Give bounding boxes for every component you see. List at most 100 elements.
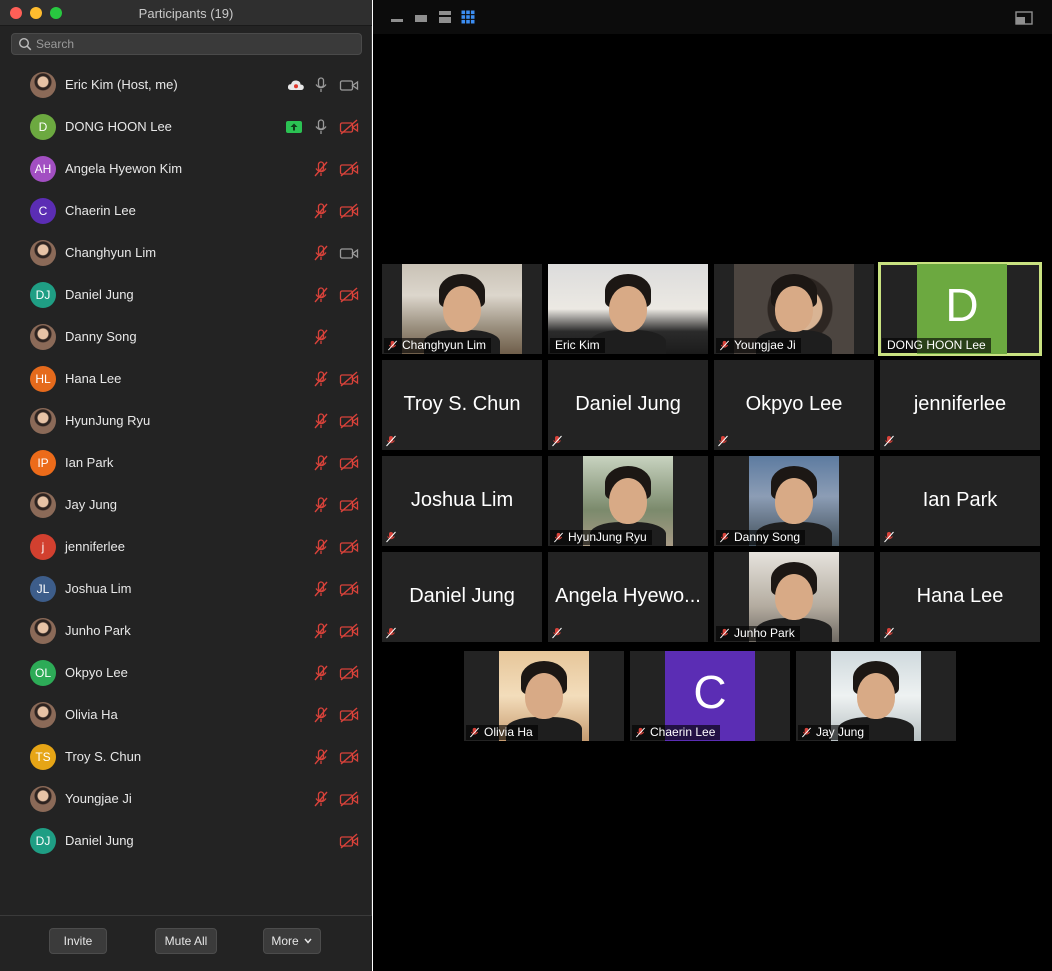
participant-row[interactable]: j jenniferlee bbox=[0, 526, 372, 568]
avatar bbox=[30, 618, 56, 644]
search-input[interactable] bbox=[36, 36, 356, 52]
video-off-icon[interactable] bbox=[339, 539, 359, 555]
mute-all-button[interactable]: Mute All bbox=[155, 928, 217, 954]
mic-muted-icon[interactable] bbox=[312, 497, 330, 513]
video-tile[interactable]: Hana Lee bbox=[880, 552, 1040, 642]
video-tile[interactable]: Jay Jung bbox=[796, 651, 956, 741]
video-tile[interactable]: C Chaerin Lee bbox=[630, 651, 790, 741]
mic-muted-icon[interactable] bbox=[312, 287, 330, 303]
mic-muted-icon[interactable] bbox=[312, 455, 330, 471]
video-tile[interactable]: Olivia Ha bbox=[464, 651, 624, 741]
tile-name-label: HyunJung Ryu bbox=[550, 530, 652, 545]
participant-name: Danny Song bbox=[65, 329, 137, 344]
participant-row[interactable]: Eric Kim (Host, me) bbox=[0, 64, 372, 106]
video-tile[interactable]: Joshua Lim bbox=[382, 456, 542, 546]
person-face bbox=[525, 673, 563, 719]
participant-name: jenniferlee bbox=[65, 539, 125, 554]
participant-row[interactable]: JL Joshua Lim bbox=[0, 568, 372, 610]
mic-muted-icon[interactable] bbox=[312, 623, 330, 639]
video-off-icon[interactable] bbox=[339, 413, 359, 429]
mic-muted-icon[interactable] bbox=[312, 245, 330, 261]
video-off-icon[interactable] bbox=[339, 119, 359, 135]
mic-muted-icon[interactable] bbox=[312, 161, 330, 177]
participant-row[interactable]: Youngjae Ji bbox=[0, 778, 372, 820]
speaker-view-icon[interactable] bbox=[438, 10, 452, 24]
video-off-icon[interactable] bbox=[339, 749, 359, 765]
participant-row[interactable]: Changhyun Lim bbox=[0, 232, 372, 274]
mic-muted-icon[interactable] bbox=[312, 707, 330, 723]
participant-row[interactable]: AH Angela Hyewon Kim bbox=[0, 148, 372, 190]
tile-participant-name: Hana Lee bbox=[916, 585, 1004, 607]
participant-row[interactable]: Danny Song bbox=[0, 316, 372, 358]
person-face bbox=[775, 574, 813, 620]
tile-participant-name: Youngjae Ji bbox=[734, 338, 796, 352]
participant-name: Daniel Jung bbox=[65, 833, 134, 848]
video-tile[interactable]: Daniel Jung bbox=[548, 360, 708, 450]
person-face bbox=[609, 478, 647, 524]
invite-button[interactable]: Invite bbox=[49, 928, 107, 954]
participant-row[interactable]: OL Okpyo Lee bbox=[0, 652, 372, 694]
mic-icon[interactable] bbox=[312, 77, 330, 93]
exit-fullscreen-icon[interactable] bbox=[1015, 11, 1033, 25]
video-tile[interactable]: Ian Park bbox=[880, 456, 1040, 546]
video-tile[interactable]: D DONG HOON Lee bbox=[878, 262, 1042, 356]
participant-row[interactable]: Junho Park bbox=[0, 610, 372, 652]
tile-participant-name: Angela Hyewo... bbox=[555, 585, 701, 607]
participant-row[interactable]: Jay Jung bbox=[0, 484, 372, 526]
mic-muted-icon bbox=[884, 531, 894, 543]
participant-row[interactable]: HyunJung Ryu bbox=[0, 400, 372, 442]
minimize-video-icon[interactable] bbox=[390, 10, 404, 24]
participant-row[interactable]: D DONG HOON Lee bbox=[0, 106, 372, 148]
video-tile[interactable]: Danny Song bbox=[714, 456, 874, 546]
video-tile[interactable]: HyunJung Ryu bbox=[548, 456, 708, 546]
participant-row[interactable]: HL Hana Lee bbox=[0, 358, 372, 400]
video-off-icon[interactable] bbox=[339, 623, 359, 639]
video-tile[interactable]: Eric Kim bbox=[548, 264, 708, 354]
video-off-icon[interactable] bbox=[339, 581, 359, 597]
video-off-icon[interactable] bbox=[339, 833, 359, 849]
video-off-icon[interactable] bbox=[339, 371, 359, 387]
video-tile[interactable]: Daniel Jung bbox=[382, 552, 542, 642]
participant-row[interactable]: Olivia Ha bbox=[0, 694, 372, 736]
video-tile[interactable]: Troy S. Chun bbox=[382, 360, 542, 450]
video-tile[interactable]: Junho Park bbox=[714, 552, 874, 642]
participant-row[interactable]: DJ Daniel Jung bbox=[0, 820, 372, 862]
thumbnail-view-icon[interactable] bbox=[414, 10, 428, 24]
video-tile[interactable]: Okpyo Lee bbox=[714, 360, 874, 450]
mic-muted-icon[interactable] bbox=[312, 203, 330, 219]
mic-muted-icon[interactable] bbox=[312, 539, 330, 555]
tile-participant-name: HyunJung Ryu bbox=[568, 530, 647, 544]
mic-muted-icon[interactable] bbox=[312, 371, 330, 387]
participant-name: Junho Park bbox=[65, 623, 131, 638]
video-off-icon[interactable] bbox=[339, 287, 359, 303]
video-off-icon[interactable] bbox=[339, 203, 359, 219]
video-off-icon[interactable] bbox=[339, 455, 359, 471]
participant-row[interactable]: C Chaerin Lee bbox=[0, 190, 372, 232]
video-off-icon[interactable] bbox=[339, 497, 359, 513]
video-off-icon[interactable] bbox=[339, 791, 359, 807]
video-tile[interactable]: Angela Hyewo... bbox=[548, 552, 708, 642]
video-tile[interactable]: jenniferlee bbox=[880, 360, 1040, 450]
mic-muted-icon[interactable] bbox=[312, 329, 330, 345]
video-off-icon[interactable] bbox=[339, 161, 359, 177]
video-off-icon[interactable] bbox=[339, 665, 359, 681]
mic-muted-icon[interactable] bbox=[312, 581, 330, 597]
mic-icon[interactable] bbox=[312, 119, 330, 135]
mic-muted-icon[interactable] bbox=[312, 413, 330, 429]
more-button[interactable]: More bbox=[263, 928, 321, 954]
participant-row[interactable]: TS Troy S. Chun bbox=[0, 736, 372, 778]
video-tile[interactable]: Youngjae Ji bbox=[714, 264, 874, 354]
participant-row[interactable]: IP Ian Park bbox=[0, 442, 372, 484]
mic-muted-icon[interactable] bbox=[312, 665, 330, 681]
mic-muted-icon bbox=[718, 435, 728, 447]
gallery-view-icon[interactable] bbox=[461, 10, 475, 24]
mic-muted-icon[interactable] bbox=[312, 791, 330, 807]
video-icon[interactable] bbox=[339, 245, 359, 261]
video-off-icon[interactable] bbox=[339, 707, 359, 723]
video-icon[interactable] bbox=[339, 77, 359, 93]
video-tile[interactable]: Changhyun Lim bbox=[382, 264, 542, 354]
mic-muted-icon[interactable] bbox=[312, 749, 330, 765]
mic-muted-icon bbox=[552, 435, 562, 447]
search-box bbox=[11, 33, 362, 55]
participant-row[interactable]: DJ Daniel Jung bbox=[0, 274, 372, 316]
